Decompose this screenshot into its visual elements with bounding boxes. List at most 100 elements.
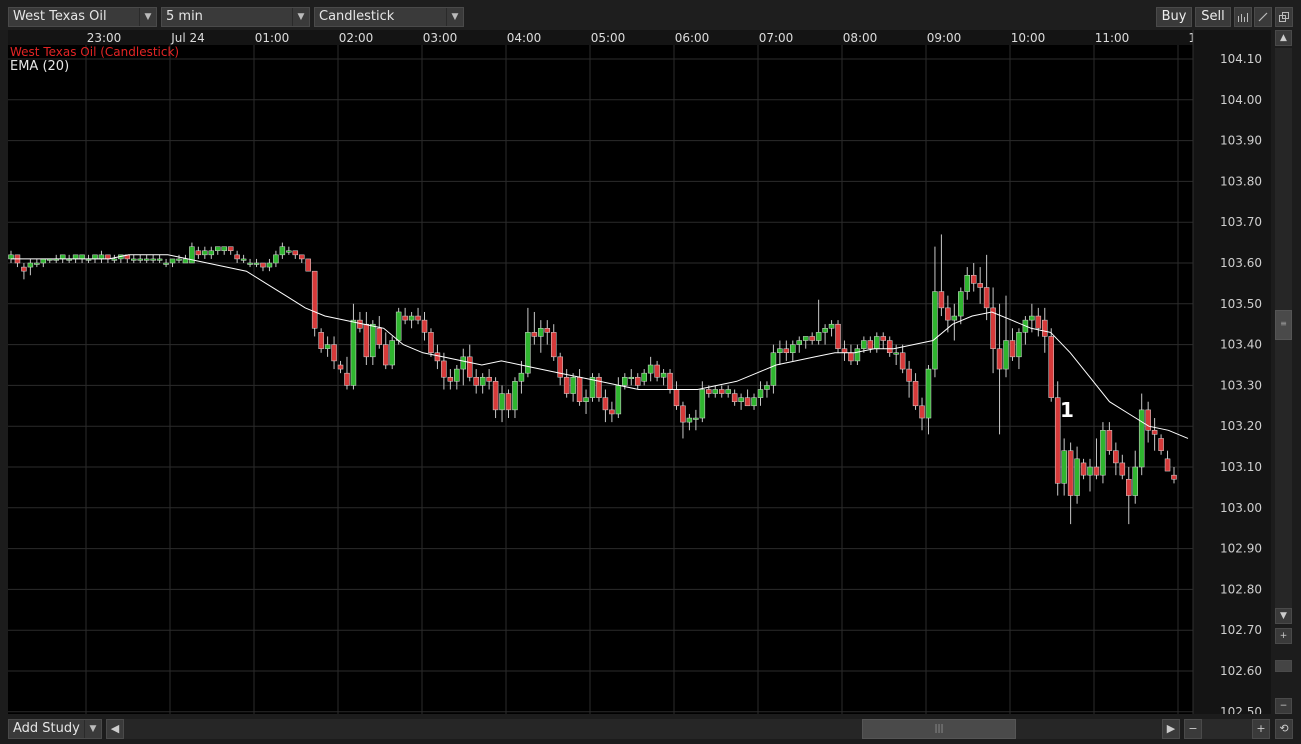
chart-toolbar: West Texas Oil ▼ 5 min ▼ Candlestick ▼ B…: [0, 0, 1301, 30]
candle: [731, 389, 738, 406]
scroll-right-icon[interactable]: ▶: [1162, 719, 1180, 739]
zoom-in-time-icon[interactable]: +: [1252, 719, 1270, 739]
chevron-down-icon: ▼: [139, 8, 156, 26]
candle: [977, 267, 983, 304]
candle-body: [357, 319, 363, 329]
candle-body: [977, 283, 983, 288]
candle-body: [512, 381, 518, 411]
chart-area[interactable]: 23:00 Jul 24 01:00 02:00 03:00 04:00 05:00 06:0…: [8, 30, 1271, 714]
chart-type-select-value: Candlestick: [319, 9, 395, 24]
candle-body: [738, 397, 744, 402]
candle-body: [137, 258, 143, 261]
candle: [550, 324, 557, 361]
zoom-in-icon[interactable]: +: [1275, 628, 1292, 644]
candle-body: [557, 356, 563, 378]
candle-body: [1145, 409, 1151, 431]
candle: [906, 360, 912, 398]
candle-body: [499, 393, 505, 411]
candle-body: [195, 250, 202, 256]
time-zoom-track[interactable]: [1202, 719, 1252, 739]
price-scroll-thumb[interactable]: ≡: [1275, 310, 1292, 340]
candle-body: [602, 397, 609, 411]
candle: [835, 320, 841, 353]
candle: [415, 307, 421, 325]
candlestick-chart[interactable]: 23:00 Jul 24 01:00 02:00 03:00 04:00 05:00 06:0…: [8, 30, 1271, 714]
study-label: EMA (20): [10, 59, 69, 74]
instrument-select-value: West Texas Oil: [13, 9, 107, 24]
candle-body: [673, 389, 680, 407]
zoom-out-icon[interactable]: −: [1275, 698, 1292, 714]
candle: [1080, 458, 1087, 480]
candle: [299, 254, 305, 263]
zoom-slider[interactable]: [1275, 660, 1292, 672]
candle: [98, 250, 105, 263]
candle: [841, 340, 848, 361]
time-tick-label: 06:00: [675, 31, 710, 45]
scroll-up-icon[interactable]: ▲: [1275, 30, 1292, 46]
scroll-left-icon[interactable]: ◀: [106, 719, 124, 739]
candle: [576, 369, 583, 406]
candle: [738, 393, 744, 410]
buy-button[interactable]: Buy: [1156, 7, 1192, 27]
candle: [389, 336, 395, 370]
candle-body: [1158, 438, 1164, 451]
candle: [809, 332, 815, 345]
candle: [589, 373, 596, 402]
candle-body: [447, 376, 454, 382]
time-tick-label: 05:00: [591, 31, 626, 45]
candle-body: [156, 258, 163, 261]
candle-body: [841, 348, 848, 354]
candle: [376, 316, 383, 349]
candle-body: [176, 258, 182, 261]
candle: [1171, 467, 1177, 484]
sell-button[interactable]: Sell: [1195, 7, 1231, 27]
interval-select[interactable]: 5 min ▼: [161, 7, 310, 27]
candle-body: [893, 352, 899, 355]
candle: [505, 389, 512, 419]
candle: [693, 409, 699, 431]
candle: [473, 369, 479, 394]
candle: [1022, 316, 1029, 345]
price-tick-label: 103.60: [1220, 256, 1262, 270]
candle: [208, 246, 215, 259]
reset-view-icon[interactable]: ⟲: [1275, 719, 1293, 739]
series-label: West Texas Oil (Candlestick): [10, 45, 179, 59]
candle: [202, 246, 208, 259]
candle: [615, 377, 622, 419]
candle-body: [486, 376, 492, 382]
popout-window-icon[interactable]: [1275, 7, 1293, 27]
candle-body: [725, 389, 731, 394]
candle: [854, 344, 861, 365]
instrument-select[interactable]: West Texas Oil ▼: [8, 7, 157, 27]
candle: [1016, 328, 1022, 370]
draw-line-icon[interactable]: [1254, 7, 1272, 27]
candle: [654, 360, 660, 382]
candle-body: [40, 258, 47, 264]
add-study-select[interactable]: Add Study ▼: [8, 719, 102, 739]
candle: [563, 369, 570, 398]
candle: [964, 267, 970, 300]
candle: [111, 254, 118, 263]
price-tick-label: 104.10: [1220, 52, 1262, 66]
zoom-out-time-icon[interactable]: −: [1184, 719, 1202, 739]
candle-body: [208, 250, 215, 256]
price-scrollbar[interactable]: ▲ ≡ ▼ + −: [1273, 30, 1293, 714]
time-scroll-thumb[interactable]: |||: [862, 719, 1016, 739]
candle: [143, 254, 150, 263]
candle-body: [221, 246, 227, 252]
candle-body: [8, 254, 14, 260]
candle-body: [538, 328, 544, 337]
candle-body: [912, 381, 919, 407]
candle-body: [408, 315, 415, 321]
candle-body: [880, 336, 886, 341]
chart-type-select[interactable]: Candlestick ▼: [314, 7, 464, 27]
candle-body: [1074, 458, 1080, 496]
candle-body: [92, 254, 98, 260]
volume-bars-icon[interactable]: [1234, 7, 1252, 27]
candle-body: [1067, 450, 1074, 496]
candle-body: [395, 311, 402, 341]
candle: [124, 254, 131, 263]
candle-body: [609, 409, 615, 415]
scroll-down-icon[interactable]: ▼: [1275, 608, 1292, 624]
candle: [14, 254, 21, 268]
